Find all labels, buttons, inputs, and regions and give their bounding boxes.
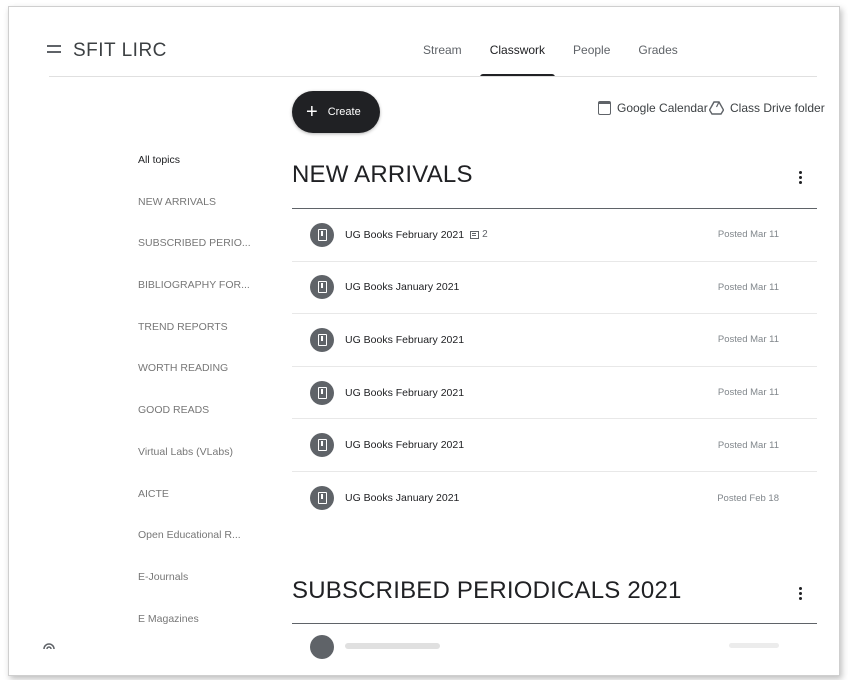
comment-icon: [470, 230, 480, 239]
plus-icon: +: [306, 101, 318, 123]
book-icon: [310, 486, 334, 511]
more-vert-icon[interactable]: [799, 587, 803, 602]
tab-grades[interactable]: Grades: [624, 43, 691, 77]
post-title: UG Books January 2021: [345, 281, 460, 294]
comment-count: 2: [482, 229, 488, 241]
post-date: Posted Mar 11: [717, 229, 779, 241]
sidebar-item-virtual-labs[interactable]: Virtual Labs (VLabs): [138, 445, 278, 487]
book-icon: [310, 275, 334, 300]
sidebar-item-e-magazines[interactable]: E Magazines: [138, 612, 278, 654]
sidebar-item-bibliography[interactable]: BIBLIOGRAPHY FOR...: [138, 278, 278, 320]
post-date: Posted Mar 11: [717, 334, 779, 346]
tab-stream[interactable]: Stream: [409, 43, 476, 77]
sidebar-item-open-educational-resources[interactable]: Open Educational R...: [138, 528, 278, 570]
section-title[interactable]: SUBSCRIBED PERIODICALS 2021: [292, 577, 817, 605]
list-item[interactable]: UG Books February 2021 2 Posted Mar 11: [292, 209, 817, 262]
tab-classwork[interactable]: Classwork: [476, 43, 559, 77]
sidebar-item-worth-reading[interactable]: WORTH READING: [138, 361, 278, 403]
sidebar-item-aicte[interactable]: AICTE: [138, 487, 278, 529]
post-title-wrap: UG Books February 2021 2: [345, 229, 488, 241]
section-title[interactable]: NEW ARRIVALS: [292, 161, 817, 189]
section-header-new-arrivals: NEW ARRIVALS: [292, 161, 817, 189]
section-header-subscribed-periodicals: SUBSCRIBED PERIODICALS 2021: [292, 577, 817, 605]
sidebar-item-e-journals[interactable]: E-Journals: [138, 570, 278, 612]
book-icon: [310, 222, 334, 247]
post-date: Posted Mar 11: [717, 439, 779, 451]
post-date-placeholder: [729, 643, 779, 648]
sidebar-item-all-topics[interactable]: All topics: [138, 153, 278, 195]
section-divider: [292, 623, 817, 624]
create-button[interactable]: + Create: [292, 91, 380, 133]
topic-sidebar: All topics NEW ARRIVALS SUBSCRIBED PERIO…: [138, 153, 278, 653]
sidebar-item-new-arrivals[interactable]: NEW ARRIVALS: [138, 195, 278, 237]
post-date: Posted Mar 11: [717, 281, 779, 293]
class-title[interactable]: SFIT LIRC: [73, 40, 167, 62]
topbar-divider: [49, 76, 817, 77]
post-date: Posted Mar 11: [717, 387, 779, 399]
tab-people[interactable]: People: [559, 43, 624, 77]
book-icon: [310, 380, 334, 405]
list-item[interactable]: UG Books January 2021 Posted Feb 18: [292, 472, 817, 525]
sidebar-item-subscribed-periodicals[interactable]: SUBSCRIBED PERIO...: [138, 236, 278, 278]
help-icon[interactable]: [43, 637, 55, 650]
tab-bar: Stream Classwork People Grades: [409, 43, 692, 77]
calendar-icon: [598, 101, 611, 115]
list-item[interactable]: UG Books February 2021 Posted Mar 11: [292, 367, 817, 420]
post-title: UG Books February 2021: [345, 439, 465, 452]
sidebar-item-trend-reports[interactable]: TREND REPORTS: [138, 320, 278, 362]
post-title-placeholder: [345, 643, 440, 649]
post-title: UG Books February 2021: [345, 228, 465, 241]
top-bar: SFIT LIRC Stream Classwork People Grades: [9, 7, 839, 77]
post-date: Posted Feb 18: [717, 492, 779, 504]
more-vert-icon[interactable]: [799, 171, 803, 186]
drive-icon: [709, 101, 724, 115]
google-calendar-link[interactable]: Google Calendar: [598, 101, 708, 115]
post-title: UG Books January 2021: [345, 492, 460, 505]
list-item[interactable]: UG Books January 2021 Posted Mar 11: [292, 262, 817, 315]
list-item[interactable]: UG Books February 2021 Posted Mar 11: [292, 419, 817, 472]
post-title: UG Books February 2021: [345, 386, 465, 399]
post-list: UG Books February 2021 2 Posted Mar 11 U…: [292, 209, 817, 525]
create-button-label: Create: [327, 106, 361, 118]
comment-badge: 2: [470, 229, 488, 240]
class-drive-folder-label: Class Drive folder: [730, 101, 825, 115]
post-title: UG Books February 2021: [345, 333, 465, 346]
classroom-window: SFIT LIRC Stream Classwork People Grades…: [8, 6, 840, 676]
google-calendar-label: Google Calendar: [617, 101, 708, 115]
list-item[interactable]: UG Books February 2021 Posted Mar 11: [292, 314, 817, 367]
book-icon: [310, 327, 334, 352]
list-item[interactable]: [292, 631, 817, 661]
book-icon: [310, 635, 334, 659]
menu-icon[interactable]: [47, 45, 61, 55]
sidebar-item-good-reads[interactable]: GOOD READS: [138, 403, 278, 445]
book-icon: [310, 433, 334, 458]
class-drive-folder-link[interactable]: Class Drive folder: [709, 101, 825, 115]
